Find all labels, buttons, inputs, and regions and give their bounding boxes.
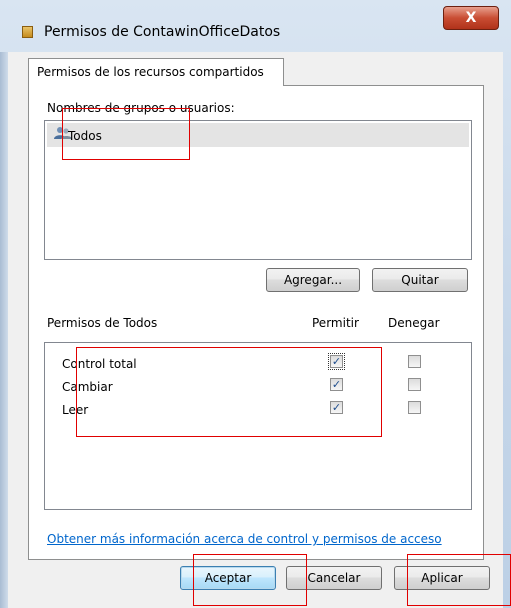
groups-label: Nombres de grupos o usuarios: <box>47 101 235 115</box>
window-title: Permisos de ContawinOfficeDatos <box>44 24 281 40</box>
remove-button[interactable]: Quitar <box>372 268 468 292</box>
allow-read-checkbox[interactable]: ✓ <box>330 401 343 414</box>
permission-name: Cambiar <box>62 380 113 394</box>
groups-list[interactable] <box>44 120 472 260</box>
cancel-button[interactable]: Cancelar <box>286 566 382 590</box>
deny-read-checkbox[interactable] <box>408 401 421 414</box>
ok-button[interactable]: Aceptar <box>180 566 276 590</box>
add-button[interactable]: Agregar... <box>266 268 360 292</box>
permission-name: Leer <box>62 403 89 417</box>
window-frame-left <box>0 52 8 608</box>
permissions-title: Permisos de Todos <box>47 316 158 330</box>
title-bar[interactable]: Permisos de ContawinOfficeDatos X <box>0 0 511 52</box>
list-item[interactable] <box>47 123 469 147</box>
help-link[interactable]: Obtener más información acerca de contro… <box>47 532 442 546</box>
dialog-window: Permisos de ContawinOfficeDatos X Permis… <box>0 0 511 608</box>
deny-change-checkbox[interactable] <box>408 378 421 391</box>
allow-column-header: Permitir <box>312 316 359 330</box>
permission-name: Control total <box>62 357 137 371</box>
close-button[interactable]: X <box>443 6 499 30</box>
apply-button[interactable]: Aplicar <box>394 566 490 590</box>
allow-full-control-checkbox[interactable]: ✓ <box>328 353 345 370</box>
deny-full-control-checkbox[interactable] <box>408 355 421 368</box>
folder-icon <box>22 26 33 38</box>
group-name: Todos <box>68 129 102 143</box>
allow-change-checkbox[interactable]: ✓ <box>330 378 343 391</box>
deny-column-header: Denegar <box>388 316 440 330</box>
tab-shared-resource-permissions[interactable]: Permisos de los recursos compartidos <box>28 58 284 86</box>
